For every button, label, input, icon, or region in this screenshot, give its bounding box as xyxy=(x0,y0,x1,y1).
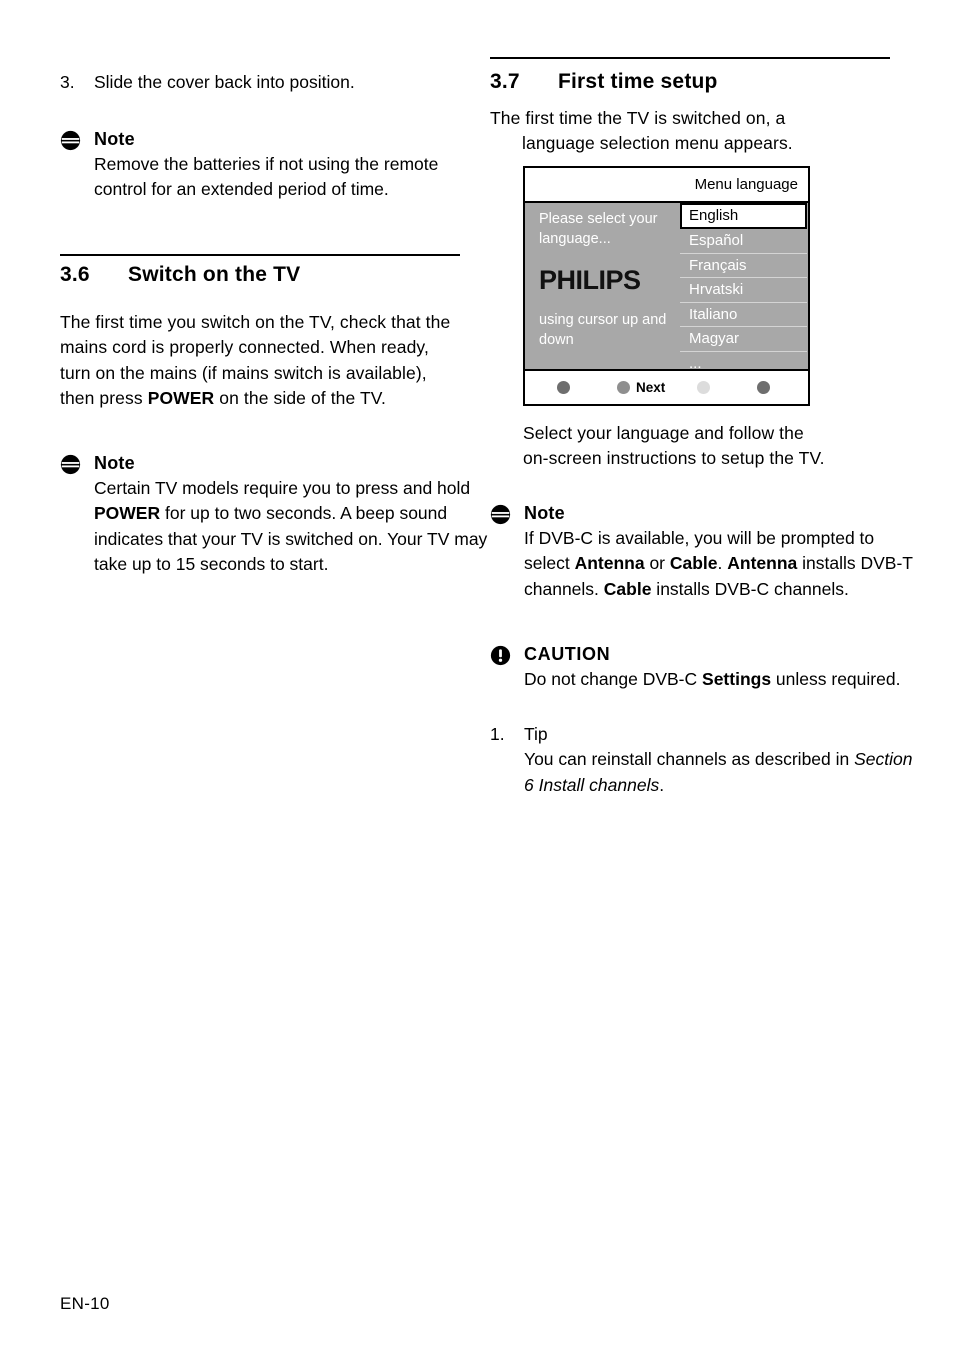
note-text-5: installs DVB-C channels. xyxy=(651,578,849,599)
philips-logo: PHILIPS xyxy=(539,265,641,295)
section-heading-3-7: 3.7 First time setup xyxy=(490,70,890,94)
tv-hint-bottom-line-1: using cursor up and xyxy=(539,312,667,328)
blue-button-dot-icon xyxy=(757,381,773,397)
note-callout-batteries: Note Remove the batteries if not using t… xyxy=(60,128,494,203)
tv-menu-figure: Menu language Please select your languag… xyxy=(523,166,810,406)
language-option-english[interactable]: English xyxy=(680,203,807,229)
tv-hint-bottom-line-2: down xyxy=(539,332,574,348)
list-item-number: 1. xyxy=(490,724,505,744)
caution-body: Do not change DVB-C Settings unless requ… xyxy=(524,667,924,692)
caution-icon xyxy=(490,645,511,666)
power-keyword: POWER xyxy=(94,503,161,524)
caution-text-1: Do not change DVB-C xyxy=(524,669,703,689)
green-button[interactable]: Next xyxy=(617,380,666,397)
settings-keyword: Settings xyxy=(702,669,772,689)
caption-line-1: Select your language and follow the xyxy=(523,423,804,443)
caution-text-2: unless required. xyxy=(771,669,901,689)
document-page: 3. Slide the cover back into position. N… xyxy=(0,0,954,1350)
body-text-part-2: on the side of the TV. xyxy=(214,388,386,409)
section-number: 3.6 xyxy=(60,263,90,286)
tv-language-list[interactable]: English Español Français Hrvatski Italiano Ma… xyxy=(680,203,808,377)
language-option-label: Hrvatski xyxy=(689,281,744,299)
section-3-7-intro: The first time the TV is switched on, a … xyxy=(490,106,890,157)
language-option-label: English xyxy=(689,207,739,224)
intro-line-1: The first time the TV is switched on, a xyxy=(490,108,786,128)
tv-hint-top-line-2: language... xyxy=(539,231,611,247)
tv-hint-bottom: using cursor up and down xyxy=(539,310,680,350)
caution-title: CAUTION xyxy=(524,644,611,664)
language-option-hrvatski[interactable]: Hrvatski xyxy=(680,278,807,303)
section-rule-3-7 xyxy=(490,57,890,59)
note-body-part-1: Certain TV models require you to press a… xyxy=(94,478,471,498)
tv-hint-top-line-1: Please select your xyxy=(539,211,658,227)
note-title: Note xyxy=(94,453,135,473)
list-item-number: 3. xyxy=(60,72,75,92)
note-text-2: or xyxy=(644,553,670,574)
note-callout-power: Note Certain TV models require you to pr… xyxy=(60,452,494,578)
note-icon xyxy=(60,454,81,475)
list-item-text: Slide the cover back into position. xyxy=(94,72,355,92)
cable-keyword: Cable xyxy=(669,553,718,574)
caption-line-2: on-screen instructions to setup the TV. xyxy=(523,448,825,469)
note-text-3: . xyxy=(717,553,728,574)
red-button[interactable] xyxy=(557,381,573,397)
list-item-step-3: 3. Slide the cover back into position. xyxy=(60,70,494,95)
section-number: 3.7 xyxy=(490,70,520,93)
antenna-keyword-2: Antenna xyxy=(727,553,798,574)
red-button-dot-icon xyxy=(557,381,573,397)
note-body: Certain TV models require you to press a… xyxy=(94,476,494,578)
note-icon xyxy=(490,504,511,525)
tv-menu-body: Please select your language... PHILIPS u… xyxy=(525,203,808,377)
language-option-italiano[interactable]: Italiano xyxy=(680,302,807,328)
green-button-label: Next xyxy=(636,380,666,395)
section-heading-3-6: 3.6 Switch on the TV xyxy=(60,263,460,287)
tip-title: Tip xyxy=(524,724,548,744)
cable-keyword-2: Cable xyxy=(603,578,652,599)
power-keyword: POWER xyxy=(147,388,215,409)
language-option-label: Español xyxy=(689,232,744,249)
list-item-tip: 1. Tip You can reinstall channels as des… xyxy=(490,722,924,798)
language-option-fran-ais[interactable]: Français xyxy=(680,253,807,279)
green-button-dot-icon xyxy=(617,381,633,397)
section-3-6-body: The first time you switch on the TV, che… xyxy=(60,310,460,412)
note-icon xyxy=(60,130,81,151)
language-option-magyar[interactable]: Magyar xyxy=(680,327,807,352)
tv-menu-header: Menu language xyxy=(525,168,808,203)
yellow-button[interactable] xyxy=(697,381,713,397)
intro-line-2: language selection menu appears. xyxy=(522,133,793,154)
antenna-keyword: Antenna xyxy=(574,553,645,574)
yellow-button-dot-icon xyxy=(697,381,713,397)
note-body: Remove the batteries if not using the re… xyxy=(94,154,439,200)
tv-menu-footer: Next xyxy=(525,369,808,404)
language-option-label: Magyar xyxy=(689,330,740,348)
figure-caption: Select your language and follow the on-s… xyxy=(523,421,890,472)
language-option-label: Italiano xyxy=(689,305,738,323)
note-title: Note xyxy=(94,129,135,149)
tv-hint-top: Please select your language... xyxy=(539,209,680,249)
tv-menu-instructions-pane: Please select your language... PHILIPS u… xyxy=(525,203,680,369)
section-title: Switch on the TV xyxy=(128,263,301,286)
blue-button[interactable] xyxy=(757,381,773,397)
page-footer: EN-10 xyxy=(60,1294,110,1313)
note-title: Note xyxy=(524,503,565,523)
tip-text: You can reinstall channels as described … xyxy=(524,749,855,770)
tv-menu-title: Menu language xyxy=(694,176,798,193)
tip-body: You can reinstall channels as described … xyxy=(524,747,924,798)
language-option-label: Français xyxy=(689,256,747,274)
section-rule-3-6 xyxy=(60,254,460,256)
language-option-espa-ol[interactable]: Español xyxy=(680,229,807,254)
section-title: First time setup xyxy=(558,70,718,93)
note-callout-dvbc: Note If DVB-C is available, you will be … xyxy=(490,502,924,602)
tip-text-end: . xyxy=(659,774,665,795)
caution-callout: CAUTION Do not change DVB-C Settings unl… xyxy=(490,643,924,692)
note-body: If DVB-C is available, you will be promp… xyxy=(524,526,924,602)
